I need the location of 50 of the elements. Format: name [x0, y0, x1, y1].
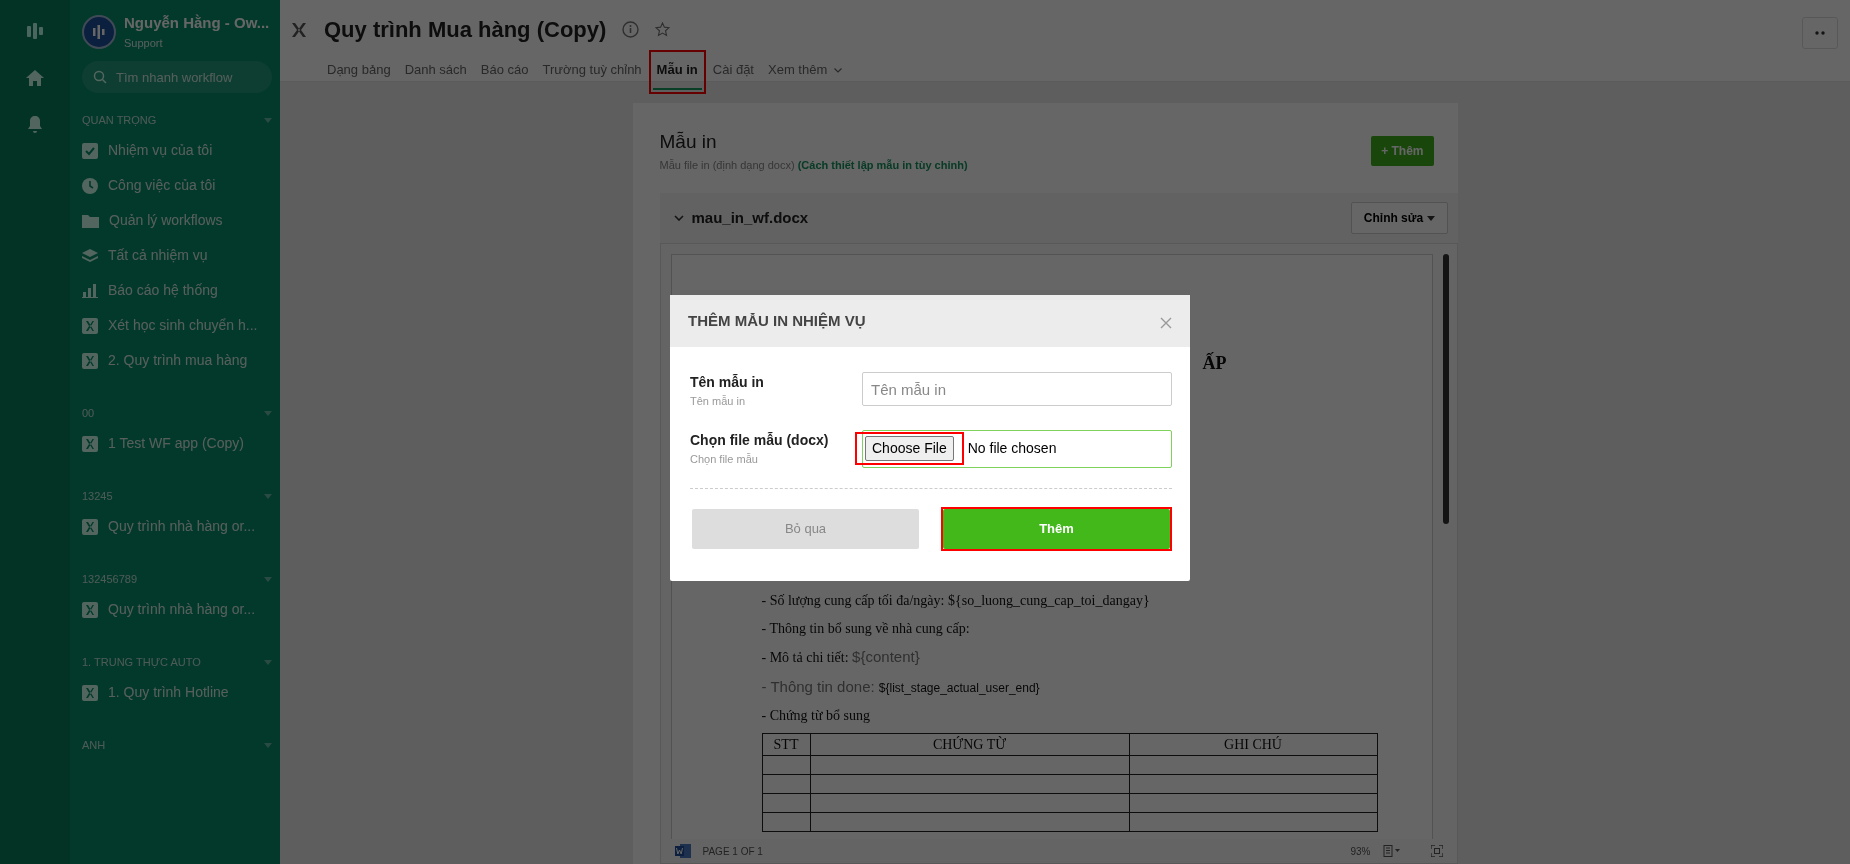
zoom-level: 93%: [1350, 844, 1371, 859]
table-header-cell: CHỨNG TỪ: [810, 733, 1129, 756]
section-header: 1. TRUNG THỰC AUTO: [82, 654, 201, 670]
sidebar-item[interactable]: Quản lý workflows: [82, 203, 272, 238]
sidebar-item[interactable]: 2. Quy trình mua hàng: [82, 343, 272, 378]
section-header: 132456789: [82, 571, 138, 587]
dialog-title: THÊM MẪU IN NHIỆM VỤ: [688, 310, 866, 331]
tab[interactable]: Mẫu in: [652, 54, 702, 90]
tab[interactable]: Trường tuỳ chỉnh: [538, 54, 646, 90]
file-name: mau_in_wf.docx: [691, 207, 809, 228]
sidebar-item[interactable]: Nhiệm vụ của tôi: [82, 133, 272, 168]
section-header: 00: [82, 405, 95, 421]
add-button[interactable]: + Thêm: [1371, 136, 1434, 166]
table-header-cell: STT: [762, 733, 810, 756]
document-title: ẤP: [1202, 351, 1227, 375]
submit-button[interactable]: Thêm: [943, 508, 1170, 549]
workspace-name[interactable]: Nguyễn Hằng - Ow...: [124, 12, 270, 35]
sidebar-item[interactable]: Tất cả nhiệm vụ: [82, 238, 272, 273]
sidebar-item[interactable]: 1. Quy trình Hotline: [82, 675, 272, 710]
workspace-role: Support: [124, 35, 164, 51]
sidebar-item[interactable]: Quy trình nhà hàng or...: [82, 592, 272, 627]
document-line: - Số lượng cung cấp tối đa/ngày: ${so_luong_cung_cap_toi_dangay}: [761, 592, 1151, 610]
text-field[interactable]: Tên mẫu in: [862, 372, 1172, 406]
field-hint: Tên mẫu in: [690, 394, 747, 409]
edit-dropdown[interactable]: Chỉnh sửa: [1350, 202, 1448, 234]
section-title: Mẫu in: [659, 130, 718, 154]
workflow-title: Quy trình Mua hàng (Copy): [324, 16, 607, 44]
document-line: - Thông tin bổ sung về nhà cung cấp:: [761, 620, 971, 638]
field-label: Tên mẫu in: [690, 373, 765, 392]
sidebar-item[interactable]: Quy trình nhà hàng or...: [82, 509, 272, 544]
cancel-button[interactable]: Bỏ qua: [692, 508, 919, 549]
document-line: - Chứng từ bổ sung: [761, 707, 871, 725]
section-header: ANH: [82, 737, 106, 753]
section-header: QUAN TRỌNG: [82, 112, 157, 128]
tab[interactable]: Báo cáo: [476, 54, 533, 90]
sidebar-item[interactable]: Báo cáo hệ thống: [82, 273, 272, 308]
tab[interactable]: Dạng bảng: [323, 54, 395, 90]
field-label: Chọn file mẫu (docx): [690, 430, 830, 450]
tab[interactable]: Danh sách: [400, 54, 471, 90]
sidebar-item[interactable]: 1 Test WF app (Copy): [82, 426, 272, 461]
field-hint: Chọn file mẫu: [690, 451, 759, 467]
file-status: No file chosen: [967, 439, 1057, 458]
more-tabs-dropdown[interactable]: Xem thêm: [764, 54, 846, 90]
section-header: 13245: [82, 488, 113, 504]
sidebar-item[interactable]: Xét học sinh chuyển h...: [82, 308, 272, 343]
page-count: PAGE 1 OF 1: [702, 844, 763, 859]
tab[interactable]: Cài đặt: [708, 54, 758, 90]
choose-file-button[interactable]: Choose File: [865, 436, 954, 461]
sidebar-item[interactable]: Công việc của tôi: [82, 168, 272, 203]
table-header-cell: GHI CHÚ: [1129, 733, 1377, 756]
